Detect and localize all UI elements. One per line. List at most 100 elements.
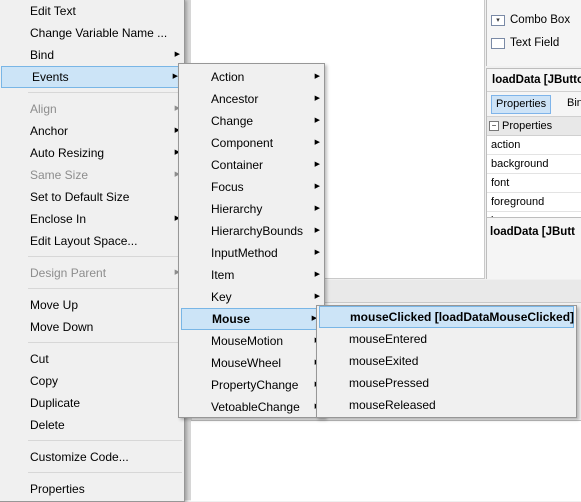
properties-section-label: Properties: [502, 120, 553, 132]
mouse-item-mouse-clicked[interactable]: mouseClicked [loadDataMouseClicked]: [319, 306, 574, 328]
menu-item-label: Edit Layout Space...: [30, 234, 138, 248]
menu-item-customize-code[interactable]: Customize Code...: [0, 446, 184, 468]
tab-properties[interactable]: Properties: [491, 95, 552, 114]
menu-item-label: mouseClicked [loadDataMouseClicked]: [350, 310, 575, 324]
mouse-item-mouse-entered[interactable]: mouseEntered: [317, 328, 576, 350]
menu-item-label: MouseWheel: [211, 356, 282, 370]
menu-item-label: Properties: [30, 482, 85, 496]
events-item-action[interactable]: Action ▶: [179, 66, 324, 88]
menu-item-bind[interactable]: Bind ▶: [0, 44, 184, 66]
events-item-hierarchy[interactable]: Hierarchy ▶: [179, 198, 324, 220]
menu-item-label: Focus: [211, 180, 244, 194]
menu-item-enclose-in[interactable]: Enclose In▶: [0, 208, 184, 230]
events-item-vetoable-change[interactable]: VetoableChange▶: [179, 396, 324, 418]
text-field-icon: [491, 37, 505, 49]
submenu-arrow-icon: ▶: [314, 139, 320, 146]
output-area: [191, 420, 581, 501]
events-submenu: Action ▶ Ancestor ▶ Change ▶ Component ▶ Con…: [178, 63, 325, 418]
events-item-mouse-wheel[interactable]: MouseWheel▶: [179, 352, 324, 374]
menu-item-label: Action: [211, 70, 245, 84]
menu-item-set-default-size[interactable]: Set to Default Size: [0, 186, 184, 208]
menu-item-cut[interactable]: Cut: [0, 348, 184, 370]
palette-item-combo-box[interactable]: ▾ Combo Box: [491, 11, 570, 29]
menu-item-label: Events: [32, 70, 69, 84]
submenu-arrow-icon: ▶: [314, 95, 320, 102]
property-row-font[interactable]: font: [487, 174, 581, 193]
menu-item-label: Component: [211, 136, 274, 150]
events-item-item[interactable]: Item ▶: [179, 264, 324, 286]
properties-description: loadData [JButt: [487, 217, 581, 279]
events-item-key[interactable]: Key ▶: [179, 286, 324, 308]
menu-separator: [28, 288, 182, 289]
menu-separator: [28, 342, 182, 343]
menu-item-label: Auto Resizing: [30, 146, 105, 160]
combo-box-icon: ▾: [491, 14, 505, 26]
menu-item-label: Move Down: [30, 320, 94, 334]
menu-item-label: Duplicate: [30, 396, 81, 410]
collapse-icon[interactable]: −: [489, 121, 499, 131]
events-item-input-method[interactable]: InputMethod ▶: [179, 242, 324, 264]
menu-item-label: PropertyChange: [211, 378, 299, 392]
menu-item-label: Customize Code...: [30, 450, 129, 464]
submenu-arrow-icon: ▶: [314, 117, 320, 124]
tab-binding[interactable]: Bin: [563, 95, 581, 112]
menu-item-label: Same Size: [30, 168, 89, 182]
palette-item-text-field[interactable]: Text Field: [491, 34, 559, 52]
menu-item-change-variable-name[interactable]: Change Variable Name ...: [0, 22, 184, 44]
menu-separator: [28, 92, 182, 93]
events-item-mouse-motion[interactable]: MouseMotion▶: [179, 330, 324, 352]
events-item-focus[interactable]: Focus ▶: [179, 176, 324, 198]
menu-item-label: Copy: [30, 374, 59, 388]
menu-item-label: Change Variable Name ...: [30, 26, 168, 40]
menu-item-properties[interactable]: Properties: [0, 478, 184, 500]
menu-item-move-down[interactable]: Move Down: [0, 316, 184, 338]
menu-item-delete[interactable]: Delete: [0, 414, 184, 436]
menu-item-label: Anchor: [30, 124, 69, 138]
events-item-mouse[interactable]: Mouse ▶: [181, 308, 322, 330]
submenu-arrow-icon: ▶: [314, 227, 320, 234]
submenu-arrow-icon: ▶: [314, 249, 320, 256]
menu-item-label: mousePressed: [349, 376, 430, 390]
properties-tabs: Properties Bin: [487, 92, 581, 117]
menu-item-label: Delete: [30, 418, 65, 432]
menu-item-label: Key: [211, 290, 232, 304]
menu-separator: [28, 440, 182, 441]
submenu-arrow-icon: ▶: [314, 271, 320, 278]
properties-section-header[interactable]: − Properties: [487, 117, 581, 136]
events-item-property-change[interactable]: PropertyChange▶: [179, 374, 324, 396]
property-row-action[interactable]: action: [487, 136, 581, 155]
menu-item-label: InputMethod: [211, 246, 278, 260]
events-item-hierarchy-bounds[interactable]: HierarchyBounds ▶: [179, 220, 324, 242]
events-item-component[interactable]: Component ▶: [179, 132, 324, 154]
menu-item-edit-layout-space[interactable]: Edit Layout Space...: [0, 230, 184, 252]
menu-item-same-size: Same Size▶: [0, 164, 184, 186]
menu-item-copy[interactable]: Copy: [0, 370, 184, 392]
menu-item-label: HierarchyBounds: [211, 224, 304, 238]
menu-item-events[interactable]: Events ▶: [1, 66, 183, 88]
mouse-item-mouse-pressed[interactable]: mousePressed: [317, 372, 576, 394]
menu-item-label: Design Parent: [30, 266, 107, 280]
menu-item-duplicate[interactable]: Duplicate: [0, 392, 184, 414]
menu-item-edit-text[interactable]: Edit Text: [0, 0, 184, 22]
menu-item-label: Align: [30, 102, 57, 116]
submenu-arrow-icon: ▶: [314, 161, 320, 168]
menu-item-label: Cut: [30, 352, 49, 366]
menu-item-move-up[interactable]: Move Up: [0, 294, 184, 316]
properties-panel-title: loadData [JButto: [487, 69, 581, 92]
events-item-container[interactable]: Container ▶: [179, 154, 324, 176]
menu-item-label: mouseEntered: [349, 332, 428, 346]
component-palette: ▾ Combo Box Text Field: [486, 0, 581, 66]
submenu-arrow-icon: ▶: [314, 73, 320, 80]
menu-item-anchor[interactable]: Anchor▶: [0, 120, 184, 142]
menu-item-auto-resizing[interactable]: Auto Resizing▶: [0, 142, 184, 164]
menu-separator: [28, 472, 182, 473]
mouse-item-mouse-exited[interactable]: mouseExited: [317, 350, 576, 372]
submenu-arrow-icon: ▶: [314, 183, 320, 190]
property-row-foreground[interactable]: foreground: [487, 193, 581, 212]
mouse-item-mouse-released[interactable]: mouseReleased: [317, 394, 576, 416]
property-row-background[interactable]: background: [487, 155, 581, 174]
events-item-change[interactable]: Change ▶: [179, 110, 324, 132]
events-item-ancestor[interactable]: Ancestor ▶: [179, 88, 324, 110]
menu-item-label: Enclose In: [30, 212, 87, 226]
menu-item-label: Ancestor: [211, 92, 259, 106]
